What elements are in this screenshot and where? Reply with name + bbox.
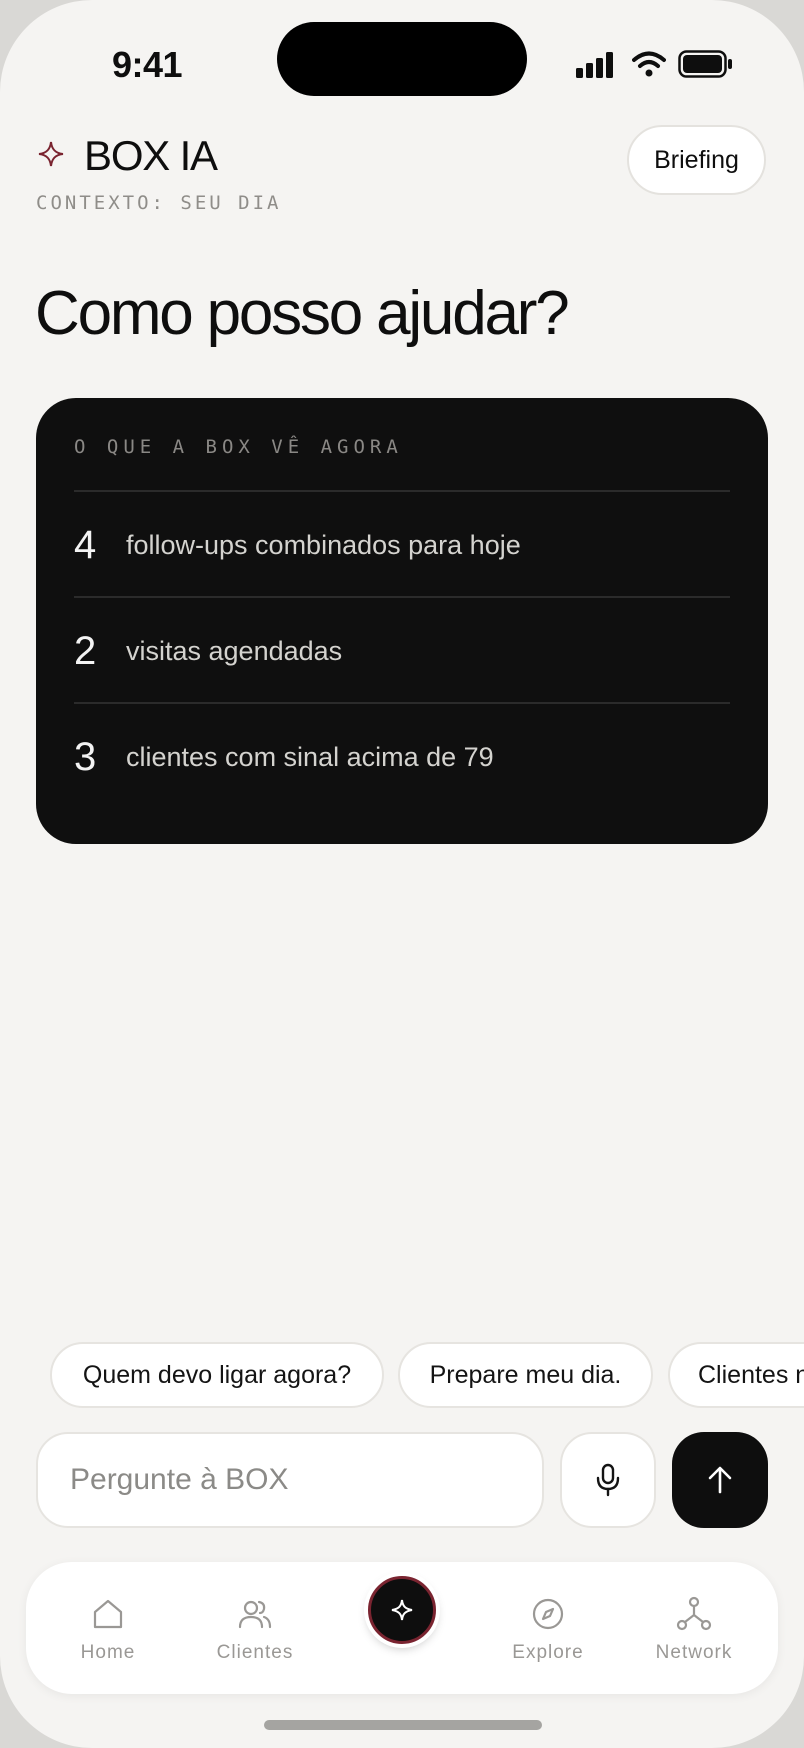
microphone-icon — [596, 1463, 620, 1497]
mic-button[interactable] — [560, 1432, 656, 1528]
app-title: BOX IA — [84, 132, 218, 179]
page-headline: Como posso ajudar? — [35, 279, 570, 348]
insight-row[interactable]: 3 clientes com sinal acima de 79 — [74, 702, 730, 810]
tab-explore[interactable]: Explore — [488, 1562, 608, 1694]
insights-card: O QUE A BOX VÊ AGORA 4 follow-ups combin… — [36, 398, 768, 844]
users-icon — [238, 1600, 272, 1629]
insight-count: 2 — [74, 628, 97, 673]
home-indicator — [264, 1720, 542, 1730]
network-icon — [676, 1596, 712, 1631]
phone-screen: 9:41 BOX IA CONTEXTO: SEU DIA Briefing C… — [0, 0, 804, 1748]
signal-icon — [576, 52, 613, 78]
tab-bar: Home Clientes Explore Network — [26, 1562, 778, 1694]
battery-icon — [678, 50, 732, 78]
suggestion-chip[interactable]: Clientes n — [668, 1342, 804, 1408]
tab-label: Explore — [512, 1642, 584, 1663]
home-icon — [93, 1599, 123, 1629]
sparkle-icon — [38, 141, 64, 167]
briefing-button[interactable]: Briefing — [627, 125, 766, 195]
arrow-up-icon — [708, 1466, 732, 1494]
tab-clientes[interactable]: Clientes — [195, 1562, 315, 1694]
sparkle-icon — [391, 1599, 413, 1621]
send-button[interactable] — [672, 1432, 768, 1528]
box-ai-button[interactable] — [368, 1576, 436, 1644]
tab-label: Network — [655, 1642, 733, 1663]
tab-network[interactable]: Network — [634, 1562, 754, 1694]
status-time: 9:41 — [112, 44, 183, 85]
insight-row[interactable]: 2 visitas agendadas — [74, 596, 730, 704]
ask-input[interactable] — [36, 1432, 544, 1528]
insight-text: clientes com sinal acima de 79 — [126, 741, 494, 772]
tab-label: Home — [80, 1642, 136, 1663]
tab-label: Clientes — [216, 1642, 294, 1663]
insight-row[interactable]: 4 follow-ups combinados para hoje — [74, 490, 730, 598]
context-label: CONTEXTO: SEU DIA — [36, 192, 282, 214]
tab-home[interactable]: Home — [48, 1562, 168, 1694]
brand: BOX IA — [38, 132, 218, 180]
insight-count: 3 — [74, 734, 97, 779]
insight-text: follow-ups combinados para hoje — [126, 529, 521, 560]
insight-count: 4 — [74, 522, 97, 567]
suggestion-chip[interactable]: Quem devo ligar agora? — [50, 1342, 384, 1408]
dynamic-island — [277, 22, 527, 96]
card-title: O QUE A BOX VÊ AGORA — [74, 436, 403, 458]
suggestion-chip[interactable]: Prepare meu dia. — [398, 1342, 653, 1408]
insight-text: visitas agendadas — [126, 635, 343, 666]
wifi-icon — [632, 51, 666, 77]
compass-icon — [532, 1598, 564, 1630]
